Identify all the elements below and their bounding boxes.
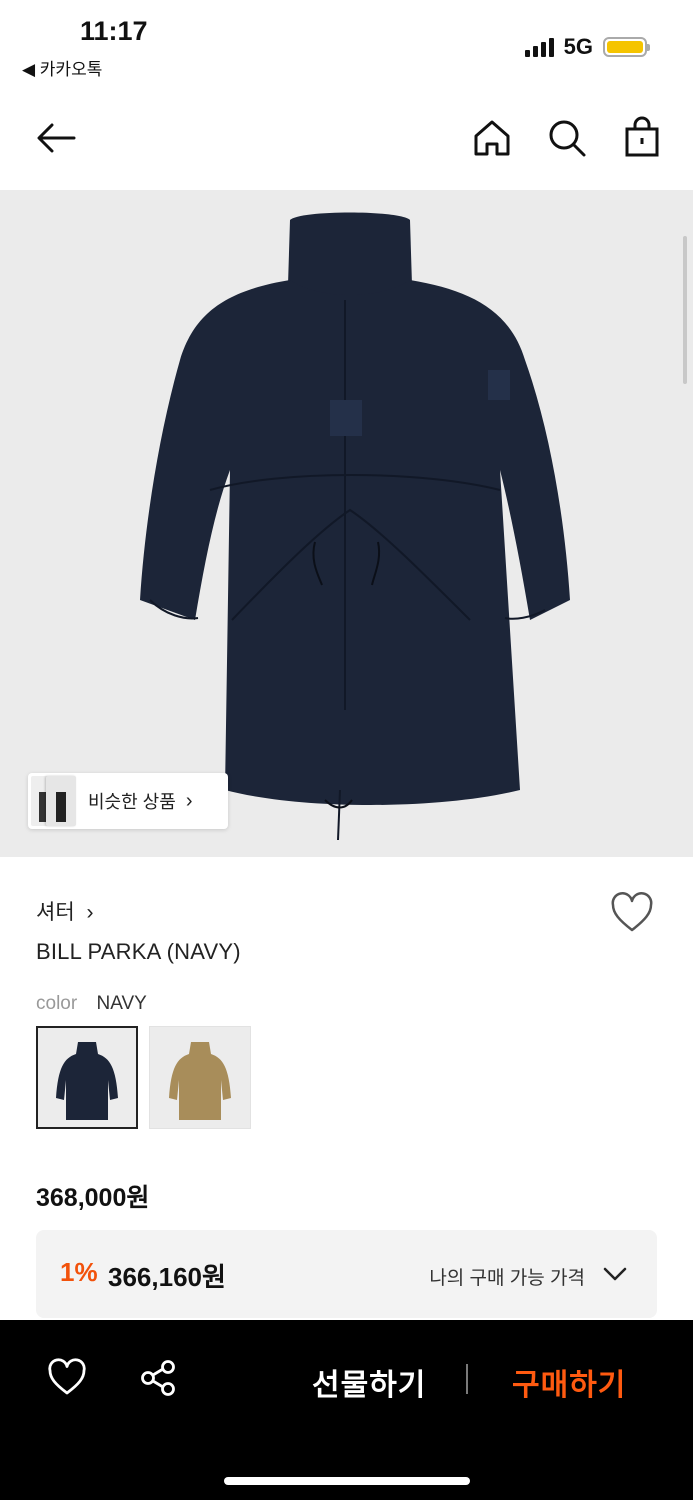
heart-icon[interactable] — [46, 1358, 88, 1403]
chevron-right-icon: › — [185, 789, 193, 812]
similar-products-button[interactable]: 비슷한 상품 › — [28, 773, 228, 829]
chevron-down-icon — [601, 1262, 629, 1291]
color-swatch-navy[interactable] — [36, 1026, 138, 1129]
color-selector-label: color NAVY — [36, 993, 147, 1015]
gallery-scrollbar[interactable] — [683, 236, 687, 384]
network-type: 5G — [563, 34, 593, 59]
discount-rate: 1% — [60, 1257, 98, 1287]
buy-button[interactable]: 구매하기 — [512, 1360, 626, 1404]
home-indicator[interactable] — [224, 1477, 470, 1485]
product-image[interactable] — [0, 190, 693, 857]
button-divider — [466, 1364, 468, 1394]
wishlist-heart-icon[interactable] — [609, 892, 655, 939]
status-time: 11:17 — [80, 16, 148, 46]
my-price-dropdown[interactable]: 1% 366,160원 나의 구매 가능 가격 — [36, 1230, 657, 1318]
color-value: NAVY — [96, 993, 147, 1014]
signal-icon — [524, 37, 554, 57]
similar-products-thumbnails — [28, 773, 86, 829]
back-to-app-link[interactable]: ◀ 카카오톡 — [22, 55, 102, 80]
chevron-right-icon: › — [86, 901, 94, 924]
status-indicators: 5G — [524, 34, 650, 60]
bottom-action-bar — [0, 1320, 693, 1500]
discount-price: 366,160원 — [108, 1262, 226, 1292]
shopping-bag-icon[interactable] — [620, 116, 664, 160]
home-icon[interactable] — [470, 116, 514, 160]
gift-button[interactable]: 선물하기 — [312, 1360, 426, 1404]
brand-link[interactable]: 셔터 › — [36, 896, 93, 926]
share-icon[interactable] — [138, 1358, 180, 1403]
color-swatch-khaki[interactable] — [149, 1026, 251, 1129]
search-icon[interactable] — [545, 116, 589, 160]
color-key: color — [36, 993, 78, 1014]
my-price-label: 나의 구매 가능 가격 — [429, 1268, 585, 1289]
battery-icon — [603, 37, 650, 57]
brand-name: 셔터 — [36, 901, 75, 924]
back-arrow-icon[interactable] — [34, 116, 78, 160]
original-price: 368,000원 — [36, 1184, 150, 1212]
product-title: BILL PARKA (NAVY) — [36, 939, 241, 964]
similar-products-label: 비슷한 상품 — [88, 792, 176, 812]
